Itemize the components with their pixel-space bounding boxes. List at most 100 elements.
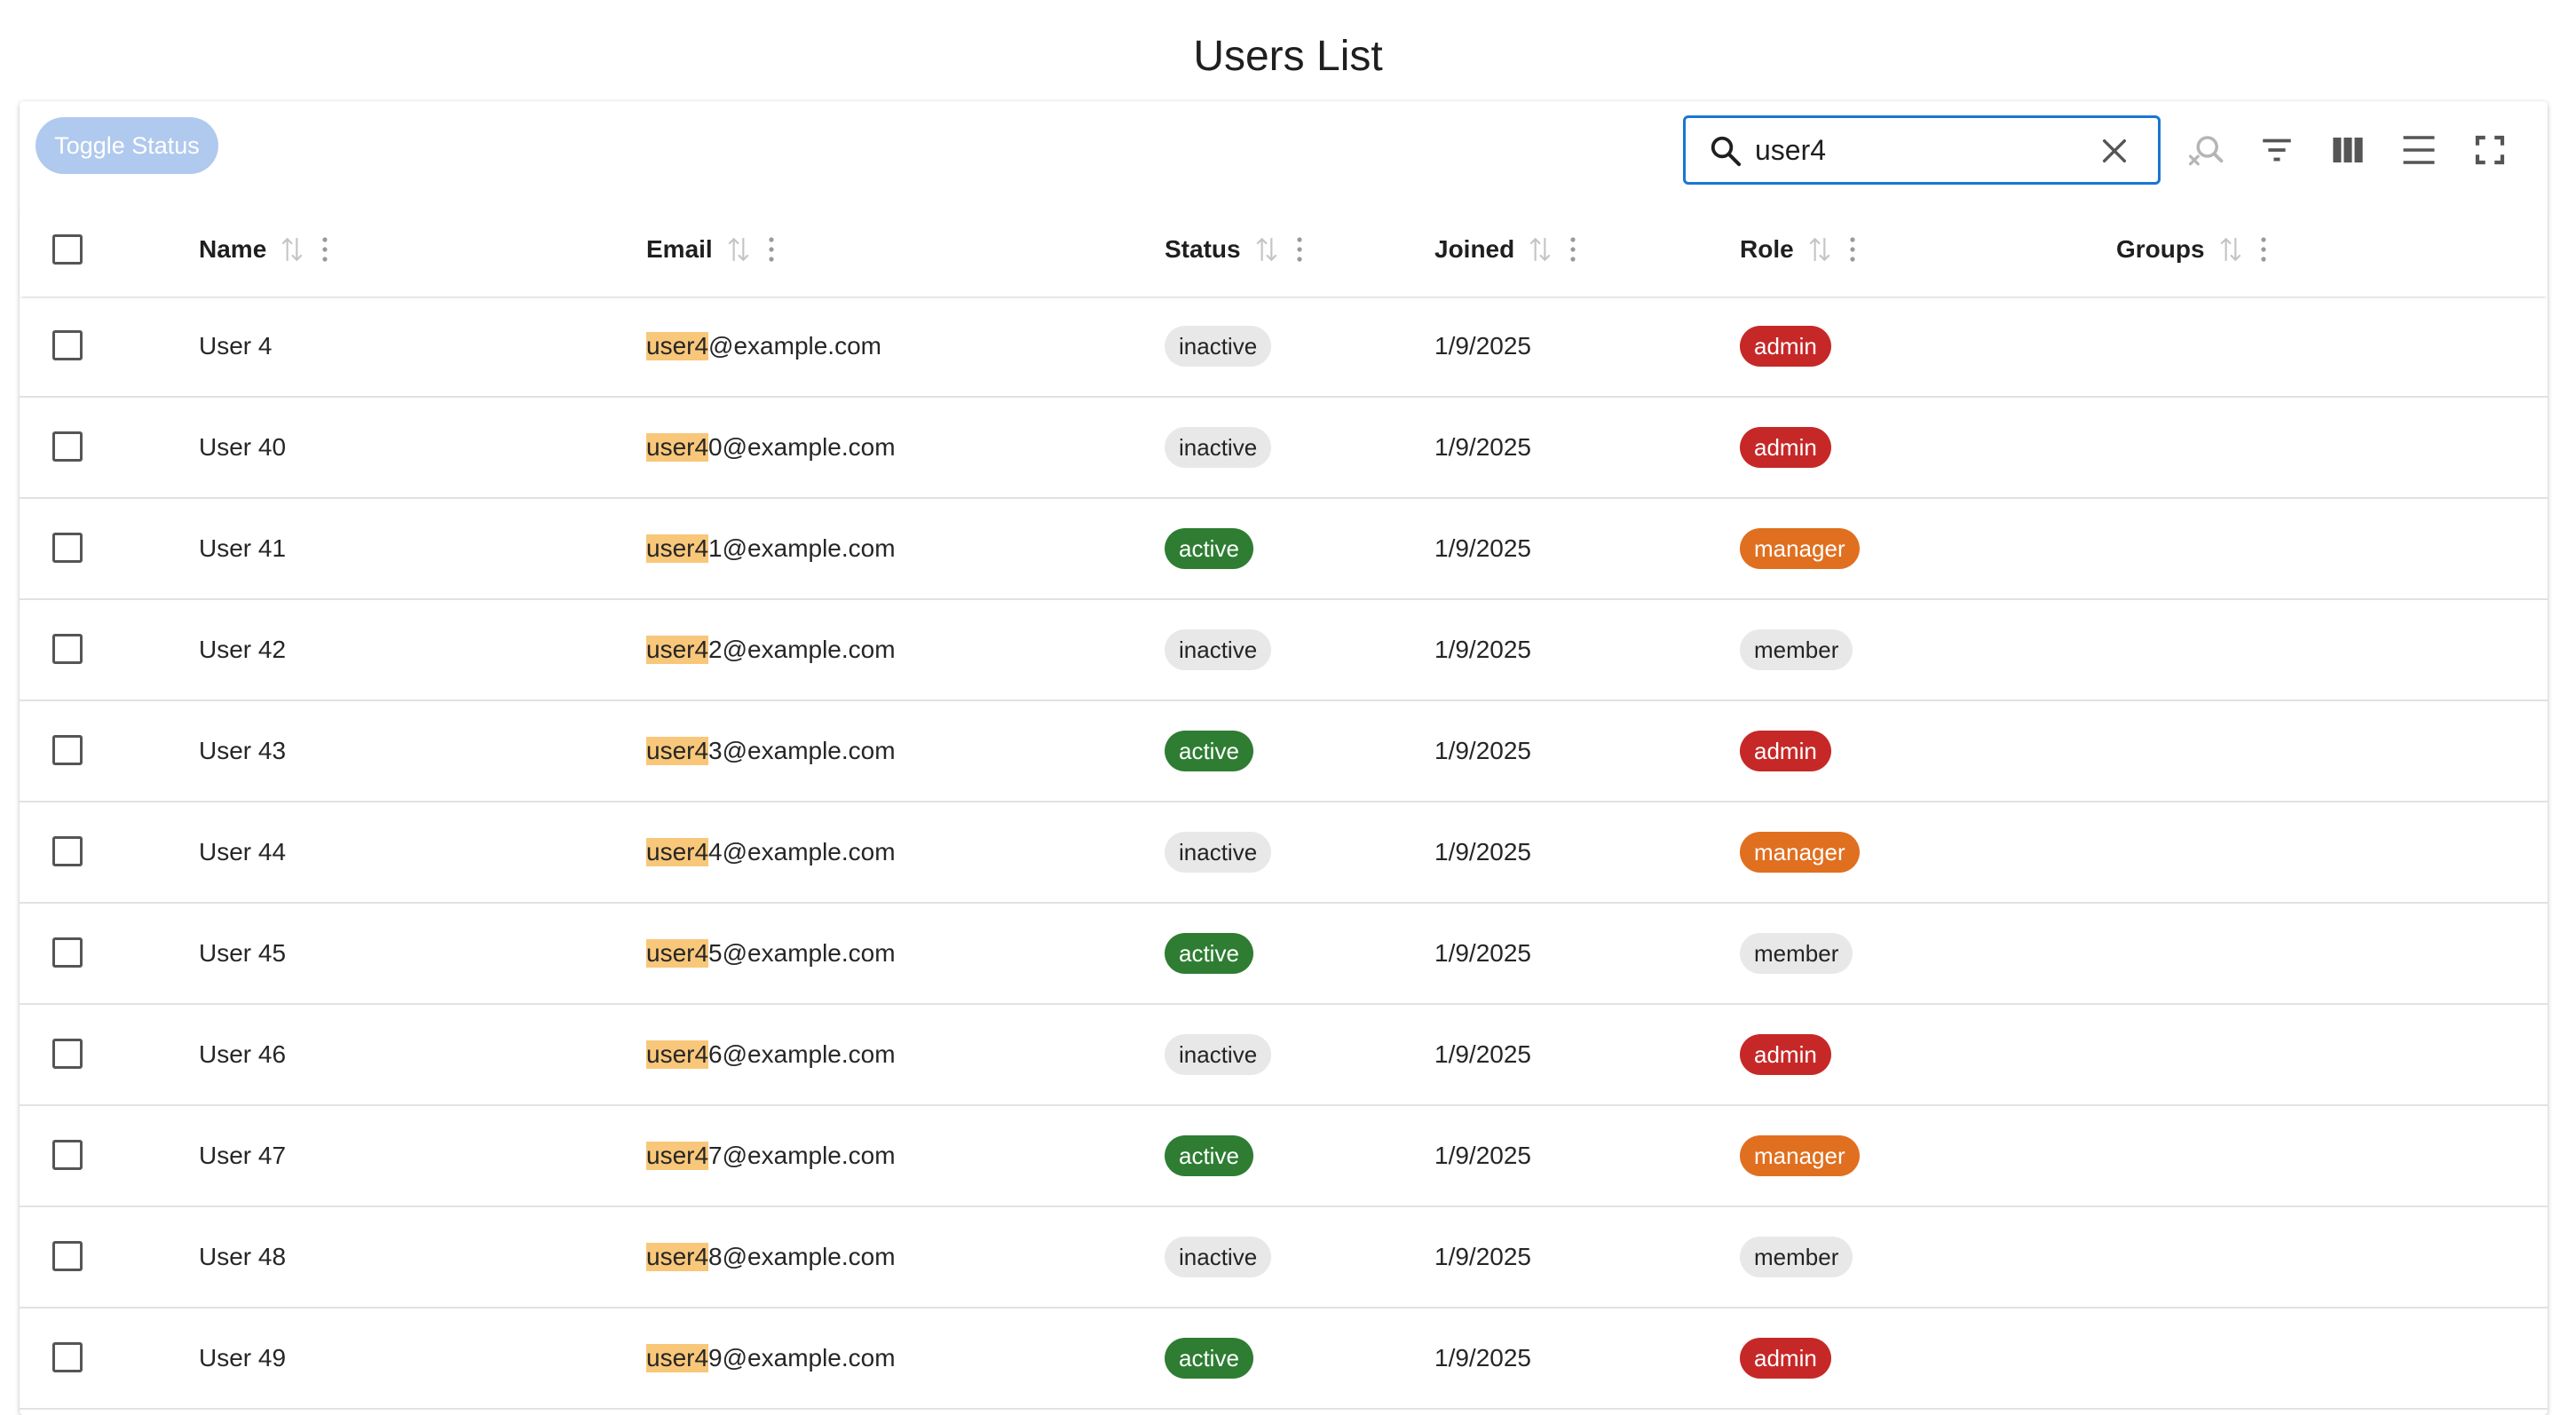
row-checkbox[interactable] bbox=[52, 1039, 83, 1069]
column-header-email[interactable]: Email bbox=[646, 202, 775, 296]
name-cell: User 48 bbox=[199, 1207, 286, 1307]
sort-icon[interactable] bbox=[1255, 236, 1278, 263]
table-row[interactable]: User 41 user4 1@example.com active 1/9/2025 m… bbox=[20, 499, 2548, 600]
role-badge: manager bbox=[1740, 528, 1860, 569]
user-name: User 42 bbox=[199, 636, 287, 663]
status-badge: active bbox=[1165, 933, 1253, 974]
role-cell: admin bbox=[1740, 1005, 1831, 1104]
row-checkbox[interactable] bbox=[52, 1342, 83, 1372]
user-name: User 4 bbox=[199, 332, 273, 360]
row-checkbox[interactable] bbox=[52, 735, 83, 765]
email-rest: 7@example.com bbox=[708, 1142, 896, 1169]
search-off-icon[interactable] bbox=[2187, 131, 2224, 169]
role-badge: member bbox=[1740, 933, 1853, 974]
row-checkbox[interactable] bbox=[52, 836, 83, 866]
status-cell: inactive bbox=[1165, 398, 1272, 497]
search-highlight: user4 bbox=[646, 737, 709, 765]
role-cell: manager bbox=[1740, 499, 1860, 598]
sort-icon[interactable] bbox=[1808, 236, 1831, 263]
name-cell: User 42 bbox=[199, 600, 286, 700]
joined-cell: 1/9/2025 bbox=[1434, 499, 1531, 598]
row-checkbox[interactable] bbox=[52, 1241, 83, 1271]
row-checkbox[interactable] bbox=[52, 634, 83, 664]
table-row[interactable]: User 44 user4 4@example.com inactive 1/9/202… bbox=[20, 802, 2548, 904]
joined-date: 1/9/2025 bbox=[1434, 1344, 1531, 1372]
column-menu-icon[interactable] bbox=[2260, 236, 2267, 263]
joined-cell: 1/9/2025 bbox=[1434, 904, 1531, 1003]
role-badge: admin bbox=[1740, 731, 1831, 771]
email-cell: user4 6@example.com bbox=[646, 1005, 896, 1104]
column-header-label: Joined bbox=[1434, 235, 1515, 263]
name-cell: User 44 bbox=[199, 802, 286, 902]
email-cell: user4 1@example.com bbox=[646, 499, 896, 598]
column-menu-icon[interactable] bbox=[1569, 236, 1576, 263]
email-rest: 6@example.com bbox=[708, 1040, 896, 1068]
search-highlight: user4 bbox=[646, 838, 709, 866]
joined-date: 1/9/2025 bbox=[1434, 534, 1531, 562]
sort-icon[interactable] bbox=[281, 236, 304, 263]
email-cell: user4 4@example.com bbox=[646, 802, 896, 902]
user-name: User 44 bbox=[199, 838, 287, 866]
joined-cell: 1/9/2025 bbox=[1434, 701, 1531, 801]
role-badge: admin bbox=[1740, 1034, 1831, 1075]
table-row[interactable]: User 42 user4 2@example.com inactive 1/9/202… bbox=[20, 600, 2548, 701]
column-menu-icon[interactable] bbox=[768, 236, 775, 263]
toggle-status-button[interactable]: Toggle Status bbox=[36, 117, 218, 174]
user-name: User 41 bbox=[199, 534, 287, 562]
search-field[interactable] bbox=[1683, 115, 2161, 185]
filter-icon[interactable] bbox=[2258, 131, 2295, 169]
columns-icon[interactable] bbox=[2329, 131, 2367, 169]
table-header-row: Name Email Status Joined Role Groups bbox=[20, 202, 2548, 296]
row-checkbox[interactable] bbox=[52, 937, 83, 968]
status-badge: active bbox=[1165, 1135, 1253, 1176]
column-header-status[interactable]: Status bbox=[1165, 202, 1303, 296]
column-header-joined[interactable]: Joined bbox=[1434, 202, 1576, 296]
user-name: User 43 bbox=[199, 737, 287, 764]
status-badge: active bbox=[1165, 731, 1253, 771]
name-cell: User 43 bbox=[199, 701, 286, 801]
row-checkbox[interactable] bbox=[52, 330, 83, 360]
sort-icon[interactable] bbox=[2219, 236, 2242, 263]
fullscreen-icon[interactable] bbox=[2471, 131, 2509, 169]
table-row[interactable]: User 43 user4 3@example.com active 1/9/2025 a… bbox=[20, 701, 2548, 802]
email-cell: user4 9@example.com bbox=[646, 1308, 896, 1408]
status-cell: active bbox=[1165, 701, 1253, 801]
user-name: User 40 bbox=[199, 433, 287, 461]
status-badge: inactive bbox=[1165, 326, 1272, 367]
joined-cell: 1/9/2025 bbox=[1434, 1106, 1531, 1206]
role-cell: member bbox=[1740, 600, 1853, 700]
table-row[interactable]: User 48 user4 8@example.com inactive 1/9/202… bbox=[20, 1207, 2548, 1308]
joined-date: 1/9/2025 bbox=[1434, 737, 1531, 764]
sort-icon[interactable] bbox=[727, 236, 750, 263]
table-row[interactable]: User 47 user4 7@example.com active 1/9/2025 m… bbox=[20, 1106, 2548, 1207]
row-checkbox[interactable] bbox=[52, 431, 83, 462]
row-checkbox[interactable] bbox=[52, 1140, 83, 1170]
density-icon[interactable] bbox=[2400, 131, 2438, 169]
table-row[interactable]: User 45 user4 5@example.com active 1/9/2025 m… bbox=[20, 904, 2548, 1005]
sort-icon[interactable] bbox=[1529, 236, 1552, 263]
users-table-panel: Toggle Status Name bbox=[20, 101, 2548, 1415]
table-row[interactable]: User 4 user4 @example.com inactive 1/9/2025 a… bbox=[20, 296, 2548, 398]
clear-icon[interactable] bbox=[2099, 136, 2130, 166]
joined-cell: 1/9/2025 bbox=[1434, 1005, 1531, 1104]
select-all-checkbox[interactable] bbox=[52, 234, 83, 265]
role-badge: manager bbox=[1740, 832, 1860, 873]
status-cell: active bbox=[1165, 499, 1253, 598]
joined-cell: 1/9/2025 bbox=[1434, 296, 1531, 396]
table-row[interactable]: User 46 user4 6@example.com inactive 1/9/202… bbox=[20, 1005, 2548, 1106]
column-menu-icon[interactable] bbox=[1849, 236, 1856, 263]
search-input[interactable] bbox=[1755, 130, 2074, 170]
table-row[interactable]: User 40 user4 0@example.com inactive 1/9/202… bbox=[20, 398, 2548, 499]
column-menu-icon[interactable] bbox=[321, 236, 328, 263]
joined-date: 1/9/2025 bbox=[1434, 838, 1531, 866]
column-header-name[interactable]: Name bbox=[199, 202, 328, 296]
table-row[interactable]: User 49 user4 9@example.com active 1/9/2025 a… bbox=[20, 1308, 2548, 1410]
joined-date: 1/9/2025 bbox=[1434, 1142, 1531, 1169]
row-checkbox[interactable] bbox=[52, 533, 83, 563]
column-menu-icon[interactable] bbox=[1296, 236, 1303, 263]
column-header-role[interactable]: Role bbox=[1740, 202, 1856, 296]
joined-cell: 1/9/2025 bbox=[1434, 1207, 1531, 1307]
joined-cell: 1/9/2025 bbox=[1434, 600, 1531, 700]
column-header-groups[interactable]: Groups bbox=[2116, 202, 2267, 296]
email-cell: user4 0@example.com bbox=[646, 398, 896, 497]
